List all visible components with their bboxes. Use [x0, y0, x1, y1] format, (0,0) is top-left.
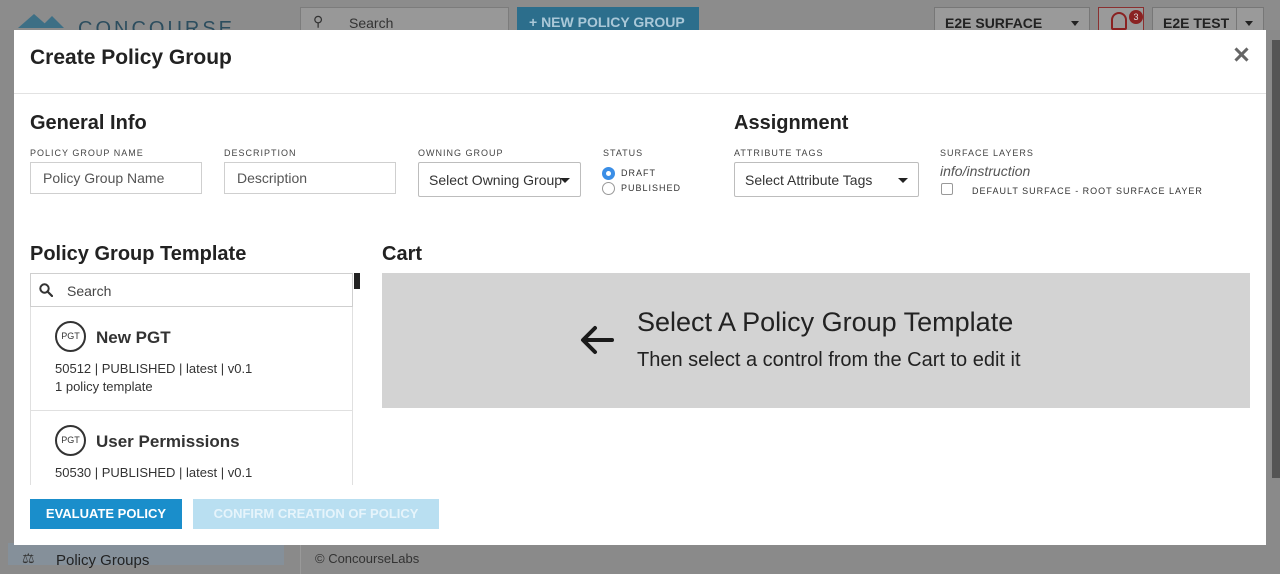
surface-dropdown-label: E2E SURFACE	[945, 15, 1043, 31]
content-divider	[300, 545, 301, 574]
caret-down-icon	[1245, 21, 1253, 26]
status-option-published[interactable]: PUBLISHED	[602, 181, 681, 195]
pgt-icon: PGT	[55, 425, 86, 456]
surface-layer-checkbox[interactable]	[941, 183, 953, 195]
assignment-heading: Assignment	[734, 112, 849, 134]
template-panel: PGT New PGT 50512 | PUBLISHED | latest |…	[30, 273, 360, 485]
user-menu-label: E2E TEST	[1163, 15, 1230, 31]
sidebar-item-label: Policy Groups	[56, 552, 150, 569]
cart-heading: Cart	[382, 243, 423, 265]
policy-group-name-input[interactable]	[30, 162, 202, 194]
template-item-user-permissions[interactable]: PGT User Permissions 50530 | PUBLISHED |…	[31, 411, 352, 485]
logo-mark-secondary-icon	[40, 16, 64, 28]
confirm-creation-button[interactable]: CONFIRM CREATION OF POLICY	[193, 499, 439, 529]
cart-empty-subtitle: Then select a control from the Cart to e…	[637, 349, 1021, 371]
app-footer: © ConcourseLabs	[315, 551, 420, 566]
owning-group-select[interactable]: Select Owning Group	[418, 162, 581, 197]
surface-layers-hint: info/instruction	[940, 163, 1031, 179]
template-list-scrollbar[interactable]	[354, 273, 360, 289]
create-policy-group-modal: Create Policy Group General Info POLICY …	[14, 30, 1266, 545]
search-icon: ⚲	[313, 13, 324, 29]
radio-button[interactable]	[602, 181, 615, 195]
owning-group-value: Select Owning Group	[429, 172, 563, 188]
evaluate-policy-button[interactable]: EVALUATE POLICY	[30, 499, 182, 529]
template-item-name: User Permissions	[96, 432, 240, 451]
policy-group-name-label: POLICY GROUP NAME	[30, 148, 144, 158]
description-label: DESCRIPTION	[224, 148, 297, 158]
sidebar-item-policy-groups: ⚖ Policy Groups	[8, 543, 284, 569]
pgt-icon: PGT	[55, 321, 86, 352]
caret-down-icon	[898, 178, 908, 183]
template-item-meta: 50530 | PUBLISHED | latest | v0.1	[55, 465, 253, 480]
notification-count-badge: 3	[1129, 10, 1143, 24]
attribute-tags-value: Select Attribute Tags	[745, 172, 873, 188]
arrow-left-icon	[581, 326, 614, 354]
cart-empty-title: Select A Policy Group Template	[637, 307, 1014, 337]
caret-down-icon	[1071, 21, 1079, 26]
template-item-name: New PGT	[96, 328, 171, 347]
app-logo: CONCOURSE	[18, 8, 232, 40]
close-icon[interactable]	[1230, 44, 1252, 66]
bell-icon	[1111, 12, 1127, 30]
template-list: PGT New PGT 50512 | PUBLISHED | latest |…	[30, 307, 353, 485]
attribute-tags-select[interactable]: Select Attribute Tags	[734, 162, 919, 197]
template-item-count: 1 policy template	[55, 379, 153, 394]
status-label: STATUS	[603, 148, 644, 158]
template-search-input[interactable]	[67, 280, 337, 302]
general-info-heading: General Info	[30, 112, 147, 134]
template-item-new-pgt[interactable]: PGT New PGT 50512 | PUBLISHED | latest |…	[31, 307, 352, 411]
attribute-tags-label: ATTRIBUTE TAGS	[734, 148, 824, 158]
page-scrollbar[interactable]	[1272, 40, 1280, 478]
app-search-label: Search	[349, 15, 394, 31]
modal-title: Create Policy Group	[30, 46, 232, 69]
description-input[interactable]	[224, 162, 396, 194]
caret-down-icon	[560, 178, 570, 183]
template-search	[30, 273, 353, 307]
cart-empty-state: Select A Policy Group Template Then sele…	[382, 273, 1250, 408]
status-option-draft[interactable]: DRAFT	[602, 166, 656, 180]
surface-layer-option-label: DEFAULT SURFACE - ROOT SURFACE LAYER	[972, 186, 1203, 196]
template-item-meta: 50512 | PUBLISHED | latest | v0.1	[55, 361, 253, 376]
status-option-label: PUBLISHED	[621, 183, 682, 193]
modal-header: Create Policy Group	[14, 30, 1266, 94]
scale-icon: ⚖	[22, 550, 35, 566]
surface-layers-label: SURFACE LAYERS	[940, 148, 1034, 158]
status-option-label: DRAFT	[621, 168, 656, 178]
policy-group-template-heading: Policy Group Template	[30, 243, 247, 265]
search-icon	[39, 283, 53, 297]
radio-button-checked[interactable]	[602, 166, 615, 180]
owning-group-label: OWNING GROUP	[418, 148, 504, 158]
